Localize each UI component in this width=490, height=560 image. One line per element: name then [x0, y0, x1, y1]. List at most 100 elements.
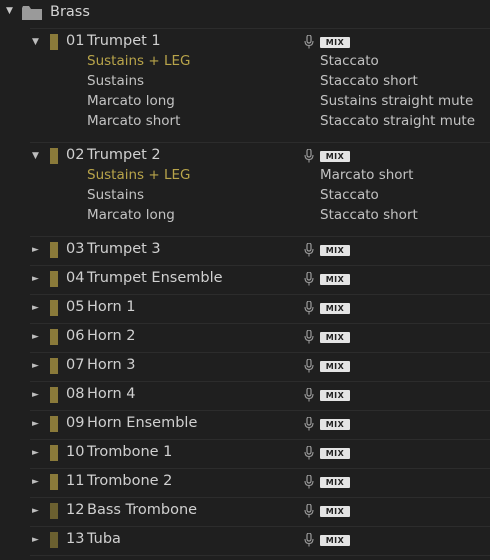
- track-row[interactable]: ► 05 Horn 1 MIX: [0, 296, 490, 320]
- articulation-item[interactable]: Sustains straight mute: [320, 93, 473, 109]
- mic-icon[interactable]: [304, 301, 314, 315]
- mic-icon[interactable]: [304, 149, 314, 163]
- divider: [30, 468, 490, 469]
- track-row[interactable]: ► 13 Tuba MIX: [0, 528, 490, 552]
- track-row[interactable]: ► 11 Trombone 2 MIX: [0, 470, 490, 494]
- track-number: 09: [66, 415, 85, 431]
- articulation-item[interactable]: Sustains + LEG: [87, 167, 190, 183]
- chevron-right-icon[interactable]: ►: [32, 361, 39, 371]
- mix-button[interactable]: MIX: [320, 506, 350, 517]
- track-row[interactable]: ► 10 Trombone 1 MIX: [0, 441, 490, 465]
- track-number: 13: [66, 531, 85, 547]
- chevron-right-icon[interactable]: ►: [32, 535, 39, 545]
- mix-button[interactable]: MIX: [320, 535, 350, 546]
- mic-icon[interactable]: [304, 272, 314, 286]
- track-number: 04: [66, 270, 85, 286]
- track-color-swatch: [50, 148, 58, 164]
- track-number: 12: [66, 502, 85, 518]
- track-row[interactable]: ► 08 Horn 4 MIX: [0, 383, 490, 407]
- chevron-right-icon[interactable]: ►: [32, 303, 39, 313]
- mic-icon[interactable]: [304, 35, 314, 49]
- mic-icon[interactable]: [304, 446, 314, 460]
- chevron-right-icon[interactable]: ►: [32, 274, 39, 284]
- chevron-down-icon[interactable]: ▼: [32, 151, 39, 161]
- chevron-right-icon[interactable]: ►: [32, 448, 39, 458]
- chevron-right-icon[interactable]: ►: [32, 390, 39, 400]
- articulation-item[interactable]: Marcato short: [87, 113, 180, 129]
- articulation-item[interactable]: Staccato: [320, 187, 379, 203]
- track-number: 10: [66, 444, 85, 460]
- track-color-swatch: [50, 300, 58, 316]
- mix-button[interactable]: MIX: [320, 303, 350, 314]
- mix-button[interactable]: MIX: [320, 448, 350, 459]
- articulation-item[interactable]: Sustains: [87, 187, 144, 203]
- articulation-item[interactable]: Staccato short: [320, 207, 418, 223]
- track-color-swatch: [50, 34, 58, 50]
- mic-icon[interactable]: [304, 417, 314, 431]
- mix-button[interactable]: MIX: [320, 332, 350, 343]
- track-color-swatch: [50, 387, 58, 403]
- track-color-swatch: [50, 503, 58, 519]
- articulation-item[interactable]: Marcato long: [87, 93, 175, 109]
- chevron-right-icon[interactable]: ►: [32, 477, 39, 487]
- articulation-item[interactable]: Staccato straight mute: [320, 113, 475, 129]
- track-number: 07: [66, 357, 85, 373]
- mic-icon[interactable]: [304, 243, 314, 257]
- mic-icon[interactable]: [304, 533, 314, 547]
- articulation-item[interactable]: Sustains + LEG: [87, 53, 190, 69]
- track-number: 01: [66, 33, 85, 49]
- track-number: 02: [66, 147, 85, 163]
- mic-icon[interactable]: [304, 388, 314, 402]
- divider: [30, 28, 490, 29]
- track-row[interactable]: ▼ 02 Trumpet 2 MIX: [0, 144, 490, 168]
- track-row[interactable]: ► 03 Trumpet 3 MIX: [0, 238, 490, 262]
- articulation-item[interactable]: Marcato long: [87, 207, 175, 223]
- mix-button[interactable]: MIX: [320, 361, 350, 372]
- mix-button[interactable]: MIX: [320, 151, 350, 162]
- mix-button[interactable]: MIX: [320, 390, 350, 401]
- chevron-right-icon[interactable]: ►: [32, 332, 39, 342]
- divider: [30, 236, 490, 237]
- track-name: Trumpet Ensemble: [87, 270, 223, 286]
- track-color-swatch: [50, 445, 58, 461]
- folder-row-brass[interactable]: ▼ Brass: [0, 0, 490, 28]
- track-row[interactable]: ► 09 Horn Ensemble MIX: [0, 412, 490, 436]
- mic-icon[interactable]: [304, 359, 314, 373]
- articulation-item[interactable]: Marcato short: [320, 167, 413, 183]
- articulation-item[interactable]: Staccato short: [320, 73, 418, 89]
- divider: [30, 410, 490, 411]
- mix-button[interactable]: MIX: [320, 419, 350, 430]
- track-name: Trombone 1: [87, 444, 173, 460]
- mix-button[interactable]: MIX: [320, 274, 350, 285]
- chevron-right-icon[interactable]: ►: [32, 419, 39, 429]
- mix-button[interactable]: MIX: [320, 477, 350, 488]
- mix-button[interactable]: MIX: [320, 245, 350, 256]
- divider: [30, 381, 490, 382]
- track-row[interactable]: ▼ 01 Trumpet 1 MIX: [0, 30, 490, 54]
- divider: [30, 323, 490, 324]
- articulation-item[interactable]: Staccato: [320, 53, 379, 69]
- divider: [30, 352, 490, 353]
- mic-icon[interactable]: [304, 504, 314, 518]
- mic-icon[interactable]: [304, 330, 314, 344]
- track-number: 03: [66, 241, 85, 257]
- track-row[interactable]: ► 12 Bass Trombone MIX: [0, 499, 490, 523]
- mic-icon[interactable]: [304, 475, 314, 489]
- track-row[interactable]: ► 04 Trumpet Ensemble MIX: [0, 267, 490, 291]
- chevron-down-icon[interactable]: ▼: [6, 6, 13, 16]
- articulation-item[interactable]: Sustains: [87, 73, 144, 89]
- track-name: Trumpet 2: [87, 147, 161, 163]
- mix-button[interactable]: MIX: [320, 37, 350, 48]
- track-color-swatch: [50, 416, 58, 432]
- track-color-swatch: [50, 358, 58, 374]
- track-name: Horn 3: [87, 357, 136, 373]
- chevron-right-icon[interactable]: ►: [32, 245, 39, 255]
- track-row[interactable]: ► 07 Horn 3 MIX: [0, 354, 490, 378]
- chevron-down-icon[interactable]: ▼: [32, 37, 39, 47]
- divider: [30, 439, 490, 440]
- chevron-right-icon[interactable]: ►: [32, 506, 39, 516]
- track-name: Trombone 2: [87, 473, 173, 489]
- track-name: Horn Ensemble: [87, 415, 198, 431]
- track-color-swatch: [50, 329, 58, 345]
- track-row[interactable]: ► 06 Horn 2 MIX: [0, 325, 490, 349]
